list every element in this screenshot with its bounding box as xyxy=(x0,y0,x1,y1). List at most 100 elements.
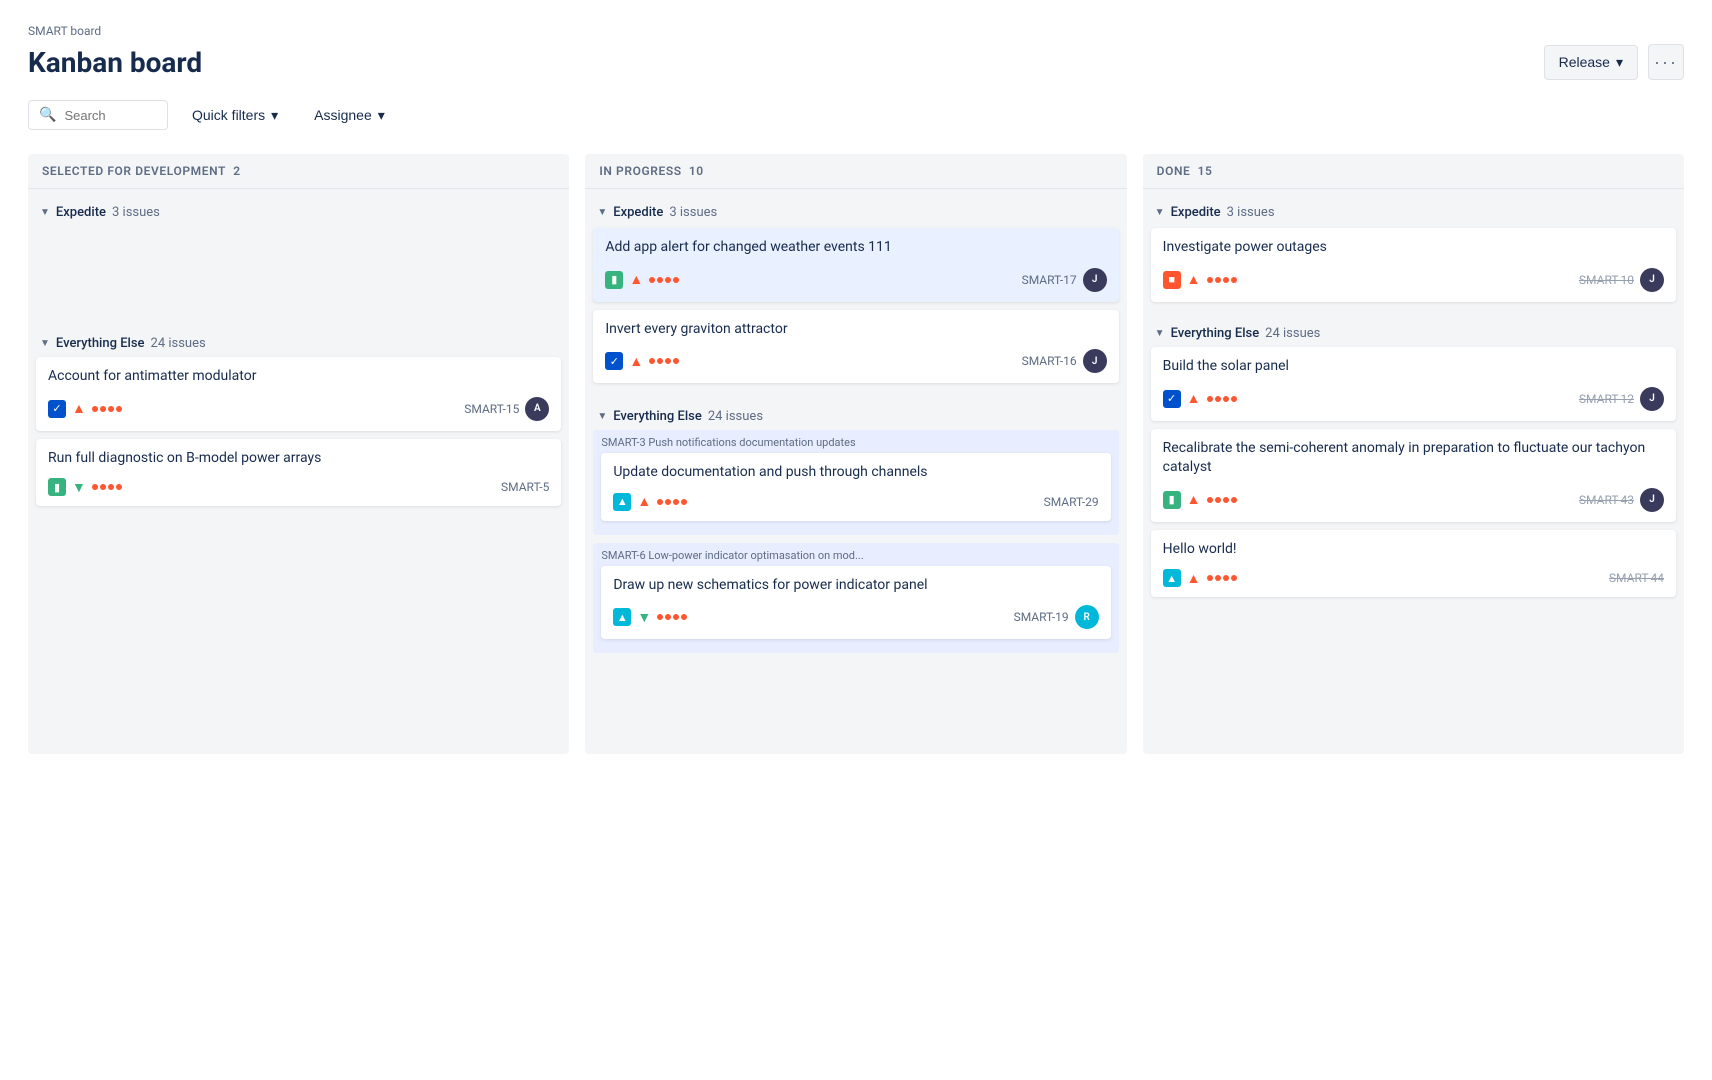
avatar: J xyxy=(1083,268,1107,292)
story-points xyxy=(1207,396,1237,402)
story-points xyxy=(1207,277,1237,283)
card-meta-left: ✓ ▲ xyxy=(605,352,679,370)
card-id: SMART-44 xyxy=(1609,571,1664,585)
chevron-icon: ▼ xyxy=(40,207,50,218)
card-title: Invert every graviton attractor xyxy=(605,320,1106,340)
drag-wrapper: SMART-6 Low-power indicator optimasation… xyxy=(593,543,1118,654)
swimlane-count: 3 issues xyxy=(669,205,717,220)
card-meta-left: ▮ ▲ xyxy=(1163,491,1237,509)
card-meta-left: ▮ ▼ xyxy=(48,478,122,496)
card-smart-12[interactable]: Build the solar panel ✓ ▲ SMART-12 J xyxy=(1151,347,1676,421)
search-box[interactable]: 🔍 xyxy=(28,100,168,130)
swimlane-content-expedite-col-0 xyxy=(36,228,561,318)
swimlane-count: 3 issues xyxy=(112,205,160,220)
column-done: DONE 15 ▼ Expedite 3 issues Investigate … xyxy=(1143,154,1684,754)
column-body-done: ▼ Expedite 3 issues Investigate power ou… xyxy=(1143,189,1684,613)
card-meta-right: SMART-19 R xyxy=(1014,605,1099,629)
card-smart-43[interactable]: Recalibrate the semi-coherent anomaly in… xyxy=(1151,429,1676,522)
column-header-selected: SELECTED FOR DEVELOPMENT 2 xyxy=(28,154,569,189)
more-icon: ··· xyxy=(1654,52,1678,73)
card-title: Recalibrate the semi-coherent anomaly in… xyxy=(1163,439,1664,478)
card-meta-right: SMART-10 J xyxy=(1579,268,1664,292)
swimlane-header-everything-else[interactable]: ▼ Everything Else 24 issues xyxy=(593,399,1118,430)
task-icon: ✓ xyxy=(605,352,623,370)
card-meta-right: SMART-5 xyxy=(501,480,549,494)
card-footer: ▲ ▲ SMART-44 xyxy=(1163,569,1664,587)
story-points xyxy=(657,499,687,505)
column-in-progress: IN PROGRESS 10 ▼ Expedite 3 issues Add a… xyxy=(585,154,1126,754)
chevron-icon: ▼ xyxy=(1155,207,1165,218)
more-options-button[interactable]: ··· xyxy=(1648,44,1684,80)
chevron-down-icon: ▾ xyxy=(271,107,278,124)
card-smart-16[interactable]: Invert every graviton attractor ✓ ▲ SMAR… xyxy=(593,310,1118,384)
card-smart-10[interactable]: Investigate power outages ■ ▲ SMART-10 J xyxy=(1151,228,1676,302)
avatar: J xyxy=(1083,349,1107,373)
search-input[interactable] xyxy=(64,108,144,123)
swimlane-header-everything-else[interactable]: ▼ Everything Else 24 issues xyxy=(1151,316,1676,347)
card-meta-left: ▲ ▲ xyxy=(1163,569,1237,587)
page-title: Kanban board xyxy=(28,46,202,79)
card-title: Account for antimatter modulator xyxy=(48,367,549,387)
priority-up-icon: ▲ xyxy=(637,493,651,510)
chevron-down-icon: ▾ xyxy=(378,107,385,124)
column-selected: SELECTED FOR DEVELOPMENT 2 ▼ Expedite 3 … xyxy=(28,154,569,754)
swimlane-header-everything-else[interactable]: ▼ Everything Else 24 issues xyxy=(36,326,561,357)
avatar: J xyxy=(1640,268,1664,292)
release-label: Release xyxy=(1559,54,1610,70)
swimlane-label: Everything Else xyxy=(1171,326,1260,341)
subtask-icon: ▲ xyxy=(613,493,631,511)
swimlane-content-expedite-col-1: Add app alert for changed weather events… xyxy=(593,228,1118,383)
task-icon: ✓ xyxy=(1163,390,1181,408)
priority-down-icon: ▼ xyxy=(637,609,651,626)
page-header: Kanban board Release ▾ ··· xyxy=(28,44,1684,80)
card-meta-right: SMART-29 xyxy=(1044,495,1099,509)
card-title: Run full diagnostic on B-model power arr… xyxy=(48,449,549,469)
search-icon: 🔍 xyxy=(39,107,56,123)
card-smart-44[interactable]: Hello world! ▲ ▲ SMART-44 xyxy=(1151,530,1676,598)
column-title: IN PROGRESS 10 xyxy=(599,164,703,178)
story-points xyxy=(657,614,687,620)
card-id: SMART-16 xyxy=(1022,354,1077,368)
drag-label: SMART-6 Low-power indicator optimasation… xyxy=(601,549,1110,562)
card-meta-left: ▲ ▲ xyxy=(613,493,687,511)
card-footer: ▮ ▲ SMART-17 J xyxy=(605,268,1106,292)
card-title: Draw up new schematics for power indicat… xyxy=(613,576,1098,596)
assignee-filter-button[interactable]: Assignee ▾ xyxy=(302,101,397,130)
avatar: J xyxy=(1640,387,1664,411)
swimlane-header-expedite[interactable]: ▼ Expedite 3 issues xyxy=(1151,197,1676,228)
swimlane-header-expedite[interactable]: ▼ Expedite 3 issues xyxy=(593,197,1118,228)
card-smart-17[interactable]: Add app alert for changed weather events… xyxy=(593,228,1118,302)
board-columns: SELECTED FOR DEVELOPMENT 2 ▼ Expedite 3 … xyxy=(28,154,1684,754)
quick-filters-label: Quick filters xyxy=(192,107,265,123)
column-header-in-progress: IN PROGRESS 10 xyxy=(585,154,1126,189)
filters-bar: 🔍 Quick filters ▾ Assignee ▾ xyxy=(28,100,1684,130)
card-footer: ▲ ▲ SMART-29 xyxy=(613,493,1098,511)
chevron-icon: ▼ xyxy=(1155,328,1165,339)
swimlane-count: 24 issues xyxy=(1265,326,1320,341)
story-points xyxy=(92,484,122,490)
swimlane-label: Everything Else xyxy=(613,409,702,424)
story-icon: ▮ xyxy=(48,478,66,496)
story-points xyxy=(1207,575,1237,581)
subtask-icon: ▲ xyxy=(613,608,631,626)
card-smart-15[interactable]: Account for antimatter modulator ✓ ▲ SMA… xyxy=(36,357,561,431)
card-smart-19[interactable]: Draw up new schematics for power indicat… xyxy=(601,566,1110,640)
card-smart-5[interactable]: Run full diagnostic on B-model power arr… xyxy=(36,439,561,507)
story-points xyxy=(1207,497,1237,503)
card-footer: ▮ ▼ SMART-5 xyxy=(48,478,549,496)
priority-up-icon: ▲ xyxy=(1187,570,1201,587)
card-id: SMART-12 xyxy=(1579,392,1634,406)
quick-filters-button[interactable]: Quick filters ▾ xyxy=(180,101,290,130)
swimlane-header-expedite[interactable]: ▼ Expedite 3 issues xyxy=(36,197,561,228)
card-footer: ✓ ▲ SMART-16 J xyxy=(605,349,1106,373)
card-meta-right: SMART-15 A xyxy=(464,397,549,421)
release-button[interactable]: Release ▾ xyxy=(1544,45,1638,80)
column-header-done: DONE 15 xyxy=(1143,154,1684,189)
avatar: J xyxy=(1640,488,1664,512)
card-smart-29[interactable]: Update documentation and push through ch… xyxy=(601,453,1110,521)
priority-up-icon: ▲ xyxy=(1187,390,1201,407)
task-icon: ✓ xyxy=(48,400,66,418)
card-footer: ✓ ▲ SMART-12 J xyxy=(1163,387,1664,411)
card-meta-right: SMART-17 J xyxy=(1022,268,1107,292)
card-title: Add app alert for changed weather events… xyxy=(605,238,1106,258)
